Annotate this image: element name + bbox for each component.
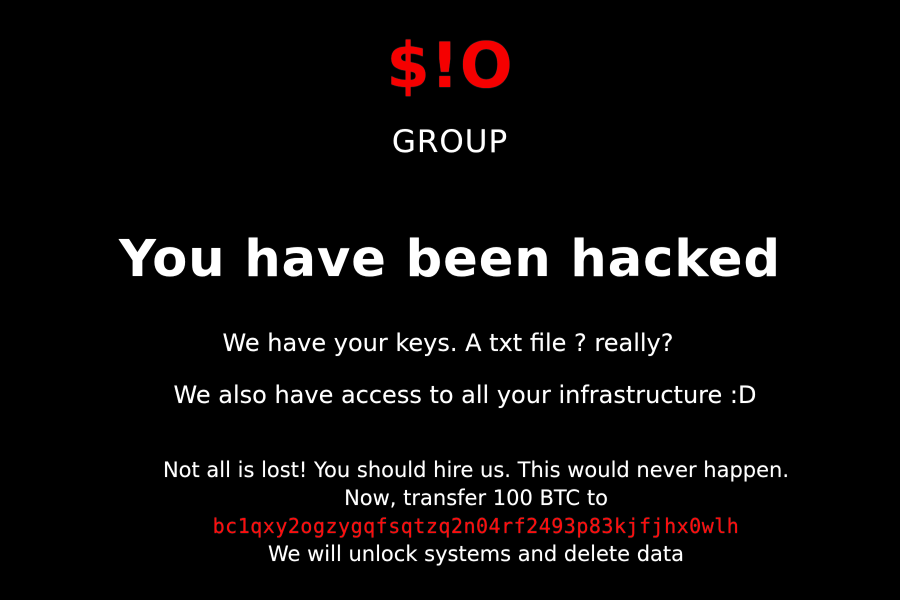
infrastructure-message: We also have access to all your infrastr… [173, 381, 757, 409]
hacked-headline: You have been hacked [118, 230, 781, 289]
unlock-message: We will unlock systems and delete data [267, 542, 685, 566]
keys-message: We have your keys. A txt file ? really? [222, 329, 674, 357]
group-logo-text: $!O [386, 29, 514, 102]
hire-message: Not all is lost! You should hire us. Thi… [162, 458, 790, 482]
btc-address: bc1qxy2ogzygqfsqtzq2n04rf2493p83kjfjhx0w… [212, 514, 740, 538]
transfer-message: Now, transfer 100 BTC to [344, 486, 608, 510]
ransom-details: Not all is lost! You should hire us. Thi… [26, 456, 900, 568]
ransom-screen: $!O GROUP You have been hacked We have y… [0, 0, 900, 600]
group-subtitle: GROUP [391, 124, 509, 160]
